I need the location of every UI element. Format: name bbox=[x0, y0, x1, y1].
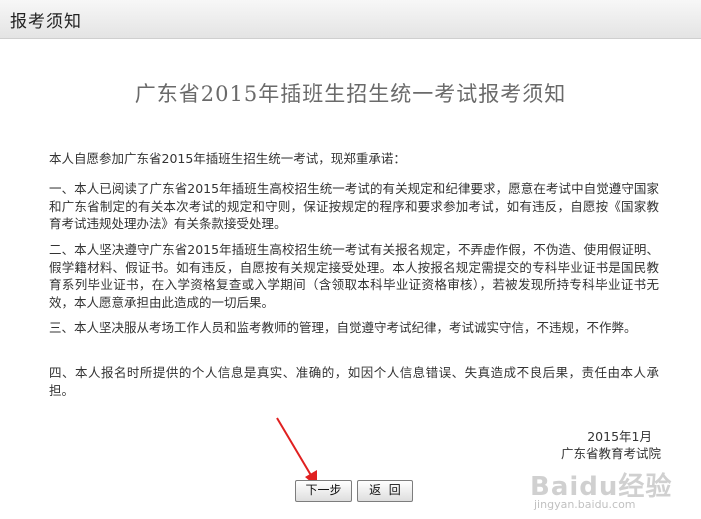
signature-issuer: 广东省教育考试院 bbox=[560, 446, 661, 461]
clause-1: 一、本人已阅读了广东省2015年插班生高校招生统一考试的有关规定和纪律要求，愿意… bbox=[49, 181, 659, 231]
next-step-button[interactable]: 下一步 bbox=[295, 480, 352, 502]
baidu-jingyan-watermark: Baidu经验 jingyan.baidu.com bbox=[530, 466, 685, 512]
back-button[interactable]: 返 回 bbox=[357, 480, 413, 502]
document-title: 广东省2015年插班生招生统一考试报考须知 bbox=[134, 82, 567, 106]
page-header: 报考须知 bbox=[0, 0, 701, 39]
clause-4: 四、本人报名时所提供的个人信息是真实、准确的，如因个人信息错误、失真造成不良后果… bbox=[49, 365, 659, 398]
signature-date: 2015年1月 bbox=[587, 429, 652, 444]
clause-3: 三、本人坚决服从考场工作人员和监考教师的管理，自觉遵守考试纪律，考试诚实守信，不… bbox=[49, 320, 637, 335]
header-title: 报考须知 bbox=[10, 12, 82, 32]
watermark-url: jingyan.baidu.com bbox=[534, 498, 636, 511]
intro-paragraph: 本人自愿参加广东省2015年插班生招生统一考试，现郑重承诺： bbox=[49, 151, 406, 166]
clause-2: 二、本人坚决遵守广东省2015年插班生高校招生统一考试有关报名规定，不弄虚作假，… bbox=[49, 242, 659, 310]
